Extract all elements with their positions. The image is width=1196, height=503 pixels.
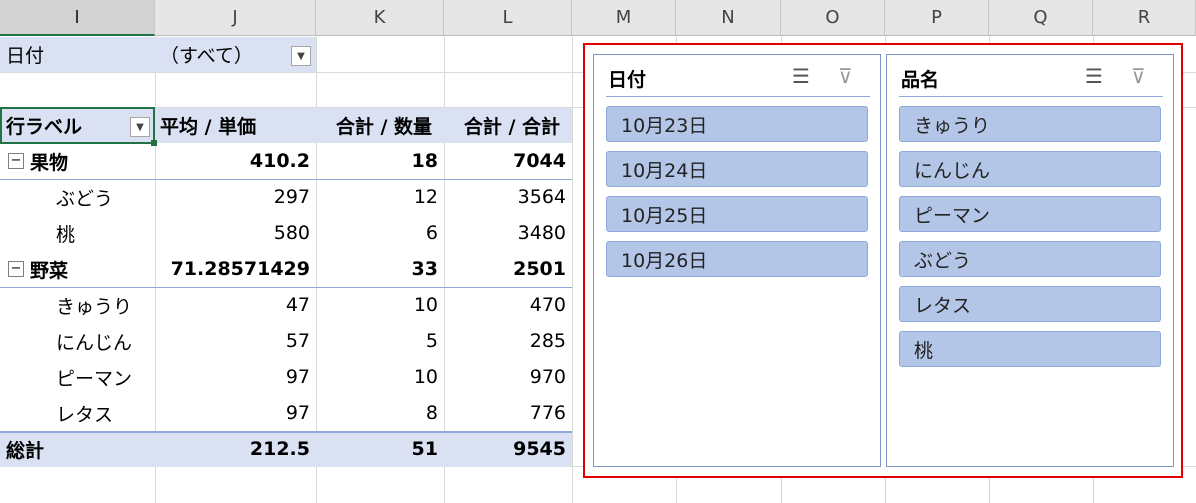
filter-dropdown-icon[interactable]: ▼ xyxy=(291,46,311,66)
filter-value: （すべて） xyxy=(160,44,253,67)
pivot-row-label: ぶどう xyxy=(56,187,114,210)
slicer-title: 品名 xyxy=(901,69,940,91)
pivot-row-label: ピーマン xyxy=(56,367,133,390)
column-header-R[interactable]: R xyxy=(1093,0,1196,36)
pivot-cell: 776 xyxy=(529,402,566,424)
group-label: 果物 xyxy=(30,151,69,174)
pivot-row-label: レタス xyxy=(56,403,114,426)
pivot-cell: 18 xyxy=(411,150,438,172)
column-header-J[interactable]: J xyxy=(155,0,316,36)
column-header-M[interactable]: M xyxy=(572,0,676,36)
filter-label: 日付 xyxy=(6,44,45,67)
pivot-cell: 51 xyxy=(411,438,438,460)
column-header-N[interactable]: N xyxy=(676,0,781,36)
filter-row xyxy=(0,37,316,72)
slicer-divider xyxy=(899,96,1163,97)
column-header-K[interactable]: K xyxy=(316,0,444,36)
clear-filter-icon[interactable]: ⊽ xyxy=(1131,64,1146,88)
pivot-cell: 970 xyxy=(529,366,566,388)
slicer-item[interactable]: 10月25日 xyxy=(606,196,868,232)
sum-total-header: 合計 / 合計 xyxy=(463,115,560,138)
pivot-cell: 12 xyxy=(413,186,438,208)
multi-select-icon[interactable]: ☰ xyxy=(1085,64,1103,88)
pivot-row-label: きゅうり xyxy=(56,295,133,318)
pivot-group-fruit[interactable]: − 果物 xyxy=(8,143,68,179)
column-header-O[interactable]: O xyxy=(781,0,885,36)
slicer-item[interactable]: レタス xyxy=(899,286,1161,322)
pivot-cell: 6 xyxy=(425,222,438,244)
column-header-P[interactable]: P xyxy=(885,0,989,36)
pivot-cell: 7044 xyxy=(513,150,566,172)
multi-select-icon[interactable]: ☰ xyxy=(792,64,810,88)
slicer-item[interactable]: 10月24日 xyxy=(606,151,868,187)
slicer-item[interactable]: 10月26日 xyxy=(606,241,868,277)
pivot-cell: 3480 xyxy=(517,222,566,244)
pivot-cell: 5 xyxy=(425,330,438,352)
pivot-cell: 57 xyxy=(285,330,310,352)
pivot-cell: 10 xyxy=(413,294,438,316)
pivot-cell: 297 xyxy=(273,186,310,208)
pivot-cell: 410.2 xyxy=(249,150,310,172)
pivot-cell: 9545 xyxy=(513,438,566,460)
pivot-group-vegetable[interactable]: − 野菜 xyxy=(8,251,68,287)
slicer-item[interactable]: ぶどう xyxy=(899,241,1161,277)
pivot-row-label: にんじん xyxy=(56,331,133,354)
pivot-cell: 10 xyxy=(413,366,438,388)
pivot-cell: 580 xyxy=(273,222,310,244)
pivot-cell: 8 xyxy=(425,402,438,424)
pivot-cell: 285 xyxy=(529,330,566,352)
slicer-item[interactable]: 桃 xyxy=(899,331,1161,367)
slicer-title: 日付 xyxy=(608,69,647,91)
column-header-L[interactable]: L xyxy=(444,0,572,36)
pivot-cell: 97 xyxy=(285,402,310,424)
pivot-cell: 97 xyxy=(285,366,310,388)
slicer-item[interactable]: にんじん xyxy=(899,151,1161,187)
slicer-item[interactable]: きゅうり xyxy=(899,106,1161,142)
pivot-cell: 47 xyxy=(285,294,310,316)
pivot-cell: 33 xyxy=(411,258,438,280)
sum-qty-header: 合計 / 数量 xyxy=(335,115,432,138)
column-header-Q[interactable]: Q xyxy=(989,0,1093,36)
pivot-row-label: 桃 xyxy=(56,223,76,246)
pivot-cell: 212.5 xyxy=(249,438,310,460)
slicer-date[interactable]: 日付 ☰ ⊽ 10月23日 10月24日 10月25日 10月26日 xyxy=(593,54,881,467)
slicer-item[interactable]: 10月23日 xyxy=(606,106,868,142)
slicer-divider xyxy=(606,96,870,97)
pivot-cell: 71.28571429 xyxy=(170,258,310,280)
row-labels-dropdown-icon[interactable]: ▼ xyxy=(130,117,150,137)
collapse-icon[interactable]: − xyxy=(8,153,24,169)
pivot-cell: 3564 xyxy=(517,186,566,208)
grand-total-label: 総計 xyxy=(6,439,45,462)
slicer-item[interactable]: ピーマン xyxy=(899,196,1161,232)
clear-filter-icon[interactable]: ⊽ xyxy=(838,64,853,88)
pivot-cell: 2501 xyxy=(513,258,566,280)
pivot-cell: 470 xyxy=(529,294,566,316)
slicer-product[interactable]: 品名 ☰ ⊽ きゅうり にんじん ピーマン ぶどう レタス 桃 xyxy=(886,54,1174,467)
collapse-icon[interactable]: − xyxy=(8,261,24,277)
avg-price-header: 平均 / 単価 xyxy=(160,115,257,138)
row-labels-header: 行ラベル xyxy=(6,115,83,138)
group-label: 野菜 xyxy=(30,259,69,282)
column-header-I[interactable]: I xyxy=(0,0,155,36)
